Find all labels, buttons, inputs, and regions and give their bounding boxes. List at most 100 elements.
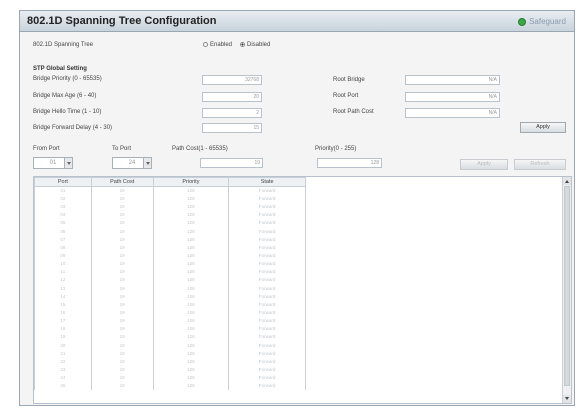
priority-cell: 128 xyxy=(152,308,230,318)
state-cell: Forward xyxy=(228,333,306,342)
to-port-select[interactable]: 24 xyxy=(112,157,152,169)
port-cell: 20 xyxy=(34,341,92,350)
table-row: 08 19 128 Forward xyxy=(34,243,306,252)
path-cost-cell: 19 xyxy=(90,186,154,195)
path-cost-cell: 19 xyxy=(90,365,154,375)
priority-cell: 128 xyxy=(152,333,230,342)
max-age-input[interactable]: 20 xyxy=(202,92,262,102)
stp-enabled-option[interactable]: Enabled xyxy=(203,42,232,48)
global-apply-button[interactable]: Apply xyxy=(520,122,566,133)
priority-cell: 128 xyxy=(152,251,230,261)
root-bridge-value: N/A xyxy=(405,75,500,85)
priority-input[interactable]: 128 xyxy=(317,158,382,168)
state-cell: Forward xyxy=(228,300,306,309)
enabled-radio[interactable] xyxy=(203,42,208,47)
global-heading: STP Global Setting xyxy=(33,66,87,72)
path-cost-input[interactable]: 19 xyxy=(200,158,263,168)
from-port-label: From Port xyxy=(33,146,60,152)
table-header-row: Port Path Cost Priority State xyxy=(34,177,306,187)
priority-cell: 128 xyxy=(152,325,230,334)
table-row: 01 19 128 Forward xyxy=(34,186,306,195)
port-table: Port Path Cost Priority State 01 19 128 For… xyxy=(34,177,306,391)
port-table-body: 01 19 128 Forward 02 19 128 Forward 03 19 128 Forwa… xyxy=(34,186,306,391)
table-row: 16 19 128 Forward xyxy=(34,308,306,318)
state-column-header: State xyxy=(228,177,306,187)
config-panel: 802.1D Spanning Tree Configuration Safeg… xyxy=(19,10,575,406)
table-row: 19 19 128 Forward xyxy=(34,333,306,342)
path-cost-cell: 19 xyxy=(90,243,154,252)
scroll-thumb[interactable] xyxy=(564,186,570,386)
port-cell: 04 xyxy=(34,211,92,220)
table-row: 23 19 128 Forward xyxy=(34,365,306,375)
priority-cell: 128 xyxy=(152,341,230,350)
forward-delay-label: Bridge Forward Delay (4 - 30) xyxy=(33,125,113,131)
root-port-value: N/A xyxy=(405,92,500,102)
table-row: 22 19 128 Forward xyxy=(34,357,306,366)
scroll-up-icon[interactable] xyxy=(563,177,571,185)
state-cell: Forward xyxy=(228,382,306,391)
priority-cell: 128 xyxy=(152,268,230,277)
state-cell: Forward xyxy=(228,186,306,195)
priority-cell: 128 xyxy=(152,203,230,212)
root-path-cost-label: Root Path Cost xyxy=(333,109,374,115)
port-cell: 06 xyxy=(34,227,92,236)
port-table-container: Port Path Cost Priority State 01 19 128 For… xyxy=(33,176,572,404)
port-cell: 12 xyxy=(34,276,92,285)
disabled-radio[interactable] xyxy=(240,42,245,47)
table-row: 06 19 128 Forward xyxy=(34,227,306,236)
stp-label: 802.1D Spanning Tree xyxy=(33,42,94,48)
priority-cell: 128 xyxy=(152,276,230,285)
state-cell: Forward xyxy=(228,268,306,277)
priority-cell: 128 xyxy=(152,357,230,366)
table-row: 07 19 128 Forward xyxy=(34,235,306,244)
priority-cell: 128 xyxy=(152,211,230,220)
table-row: 25 19 128 Forward xyxy=(34,382,306,391)
chevron-down-icon xyxy=(64,158,72,168)
state-cell: Forward xyxy=(228,292,306,301)
path-cost-cell: 19 xyxy=(90,382,154,391)
path-cost-cell: 19 xyxy=(90,268,154,277)
table-row: 21 19 128 Forward xyxy=(34,349,306,358)
port-cell: 11 xyxy=(34,268,92,277)
state-cell: Forward xyxy=(228,374,306,383)
table-row: 11 19 128 Forward xyxy=(34,268,306,277)
port-cell: 05 xyxy=(34,219,92,228)
path-cost-cell: 19 xyxy=(90,292,154,301)
state-cell: Forward xyxy=(228,211,306,220)
state-cell: Forward xyxy=(228,317,306,326)
priority-cell: 128 xyxy=(152,349,230,358)
state-cell: Forward xyxy=(228,284,306,293)
hello-time-input[interactable]: 2 xyxy=(202,108,262,118)
priority-cell: 128 xyxy=(152,382,230,391)
port-cell: 08 xyxy=(34,243,92,252)
enabled-label: Enabled xyxy=(210,42,233,49)
forward-delay-input[interactable]: 15 xyxy=(202,123,262,133)
priority-label: Priority(0 - 255) xyxy=(315,146,357,152)
priority-cell: 128 xyxy=(152,186,230,195)
state-cell: Forward xyxy=(228,365,306,375)
scroll-down-icon[interactable] xyxy=(563,395,571,403)
from-port-select[interactable]: 01 xyxy=(33,157,73,169)
state-cell: Forward xyxy=(228,325,306,334)
priority-cell: 128 xyxy=(152,300,230,309)
root-bridge-label: Root Bridge xyxy=(333,77,365,83)
path-cost-cell: 19 xyxy=(90,219,154,228)
port-cell: 17 xyxy=(34,317,92,326)
path-cost-cell: 19 xyxy=(90,276,154,285)
priority-cell: 128 xyxy=(152,219,230,228)
table-row: 03 19 128 Forward xyxy=(34,203,306,212)
refresh-button[interactable]: Refresh xyxy=(514,159,566,170)
state-cell: Forward xyxy=(228,195,306,204)
path-cost-cell: 19 xyxy=(90,300,154,309)
state-cell: Forward xyxy=(228,251,306,261)
stp-disabled-option[interactable]: Disabled xyxy=(240,42,270,48)
path-cost-cell: 19 xyxy=(90,325,154,334)
port-cell: 02 xyxy=(34,195,92,204)
port-apply-button[interactable]: Apply xyxy=(460,159,508,170)
bridge-priority-input[interactable]: 32768 xyxy=(202,75,262,85)
table-scrollbar[interactable] xyxy=(562,177,571,403)
priority-cell: 128 xyxy=(152,365,230,375)
state-cell: Forward xyxy=(228,203,306,212)
root-path-cost-value: N/A xyxy=(405,108,500,118)
priority-cell: 128 xyxy=(152,227,230,236)
